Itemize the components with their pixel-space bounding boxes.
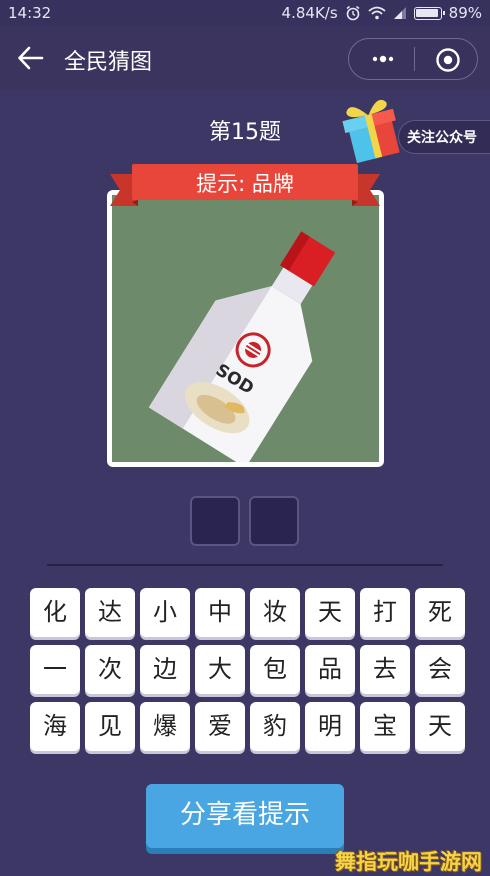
char-key[interactable]: 边 <box>140 645 190 694</box>
bottle-image: SOD <box>148 231 336 462</box>
char-key[interactable]: 打 <box>360 588 410 637</box>
hint-text: 提示: 品牌 <box>196 172 294 196</box>
char-key[interactable]: 见 <box>85 702 135 751</box>
char-key[interactable]: 一 <box>30 645 80 694</box>
char-key[interactable]: 爱 <box>195 702 245 751</box>
status-right: 4.84K/s 89% <box>282 4 482 22</box>
char-key[interactable]: 宝 <box>360 702 410 751</box>
char-key[interactable]: 会 <box>415 645 465 694</box>
char-key[interactable]: 天 <box>415 702 465 751</box>
char-key[interactable]: 化 <box>30 588 80 637</box>
wifi-icon <box>368 6 386 20</box>
net-speed: 4.84K/s <box>281 4 338 22</box>
answer-slot-2[interactable] <box>249 496 299 546</box>
char-key[interactable]: 大 <box>195 645 245 694</box>
char-key[interactable]: 海 <box>30 702 80 751</box>
nav-title: 全民猜图 <box>64 50 153 75</box>
battery-percent: 89% <box>448 4 482 22</box>
answer-slot-1[interactable] <box>190 496 240 546</box>
more-dots-icon[interactable] <box>361 47 405 71</box>
char-key[interactable]: 死 <box>415 588 465 637</box>
char-key[interactable]: 妆 <box>250 588 300 637</box>
char-key[interactable]: 去 <box>360 645 410 694</box>
alarm-icon <box>346 5 360 21</box>
char-key[interactable]: 爆 <box>140 702 190 751</box>
signal-icon <box>393 7 406 19</box>
battery-icon <box>413 6 445 20</box>
puzzle-image-frame: SOD <box>107 190 384 467</box>
target-circle-icon[interactable] <box>435 47 461 73</box>
mini-program-capsule <box>348 38 478 80</box>
follow-label: 关注公众号 <box>407 130 477 146</box>
char-key[interactable]: 小 <box>140 588 190 637</box>
gift-box-icon[interactable] <box>338 92 410 166</box>
char-key[interactable]: 包 <box>250 645 300 694</box>
char-key[interactable]: 达 <box>85 588 135 637</box>
char-key[interactable]: 豹 <box>250 702 300 751</box>
char-key[interactable]: 明 <box>305 702 355 751</box>
arrow-left-icon[interactable] <box>16 44 46 72</box>
char-key[interactable]: 天 <box>305 588 355 637</box>
char-key[interactable]: 次 <box>85 645 135 694</box>
watermark: 舞指玩咖手游网 <box>335 850 482 874</box>
nav-bar: 全民猜图 <box>0 26 490 90</box>
char-key[interactable]: 中 <box>195 588 245 637</box>
share-for-hint-button[interactable]: 分享看提示 <box>146 784 344 848</box>
capsule-divider <box>414 47 415 71</box>
status-time: 14:32 <box>8 4 52 22</box>
follow-account-button[interactable]: 关注公众号 <box>398 120 490 154</box>
char-key[interactable]: 品 <box>305 645 355 694</box>
status-bar: 14:32 4.84K/s 89% <box>0 0 490 26</box>
divider <box>47 564 443 566</box>
